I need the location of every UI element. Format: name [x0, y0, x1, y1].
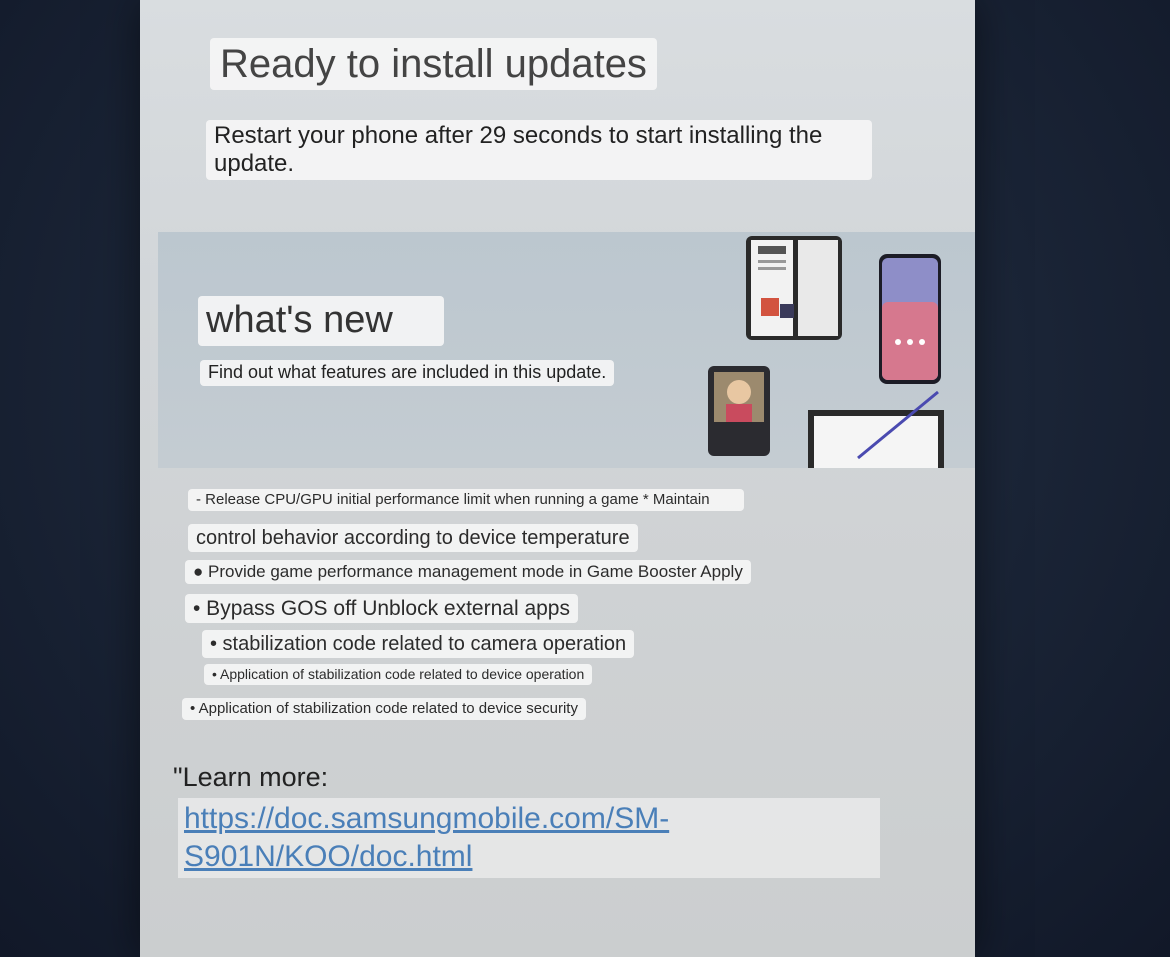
galaxy-phone-image — [879, 254, 941, 384]
whats-new-description: Find out what features are included in t… — [200, 360, 615, 386]
update-note: • Bypass GOS off Unblock external apps — [185, 594, 578, 624]
flip-phone-image — [708, 366, 770, 456]
whats-new-heading: what's new — [198, 296, 444, 346]
update-note: control behavior according to device tem… — [188, 524, 638, 552]
update-note: ● Provide game performance management mo… — [185, 560, 751, 585]
restart-message: Restart your phone after 29 seconds to s… — [206, 120, 872, 180]
learn-more-label: "Learn more: — [173, 762, 329, 792]
whats-new-banner — [158, 232, 975, 468]
update-screen: Ready to install updates Restart your ph… — [140, 0, 975, 957]
update-note: • Application of stabilization code rela… — [182, 698, 586, 720]
stylus-tablet-image — [808, 390, 944, 468]
page-title: Ready to install updates — [210, 38, 657, 90]
update-note: - Release CPU/GPU initial performance li… — [188, 489, 744, 511]
foldable-phone-image — [746, 236, 842, 340]
update-note: • stabilization code related to camera o… — [202, 630, 635, 658]
learn-more-link[interactable]: https://doc.samsungmobile.com/SM-S901N/K… — [178, 798, 880, 878]
update-note: • Application of stabilization code rela… — [204, 664, 593, 685]
devices-illustration — [708, 236, 944, 468]
